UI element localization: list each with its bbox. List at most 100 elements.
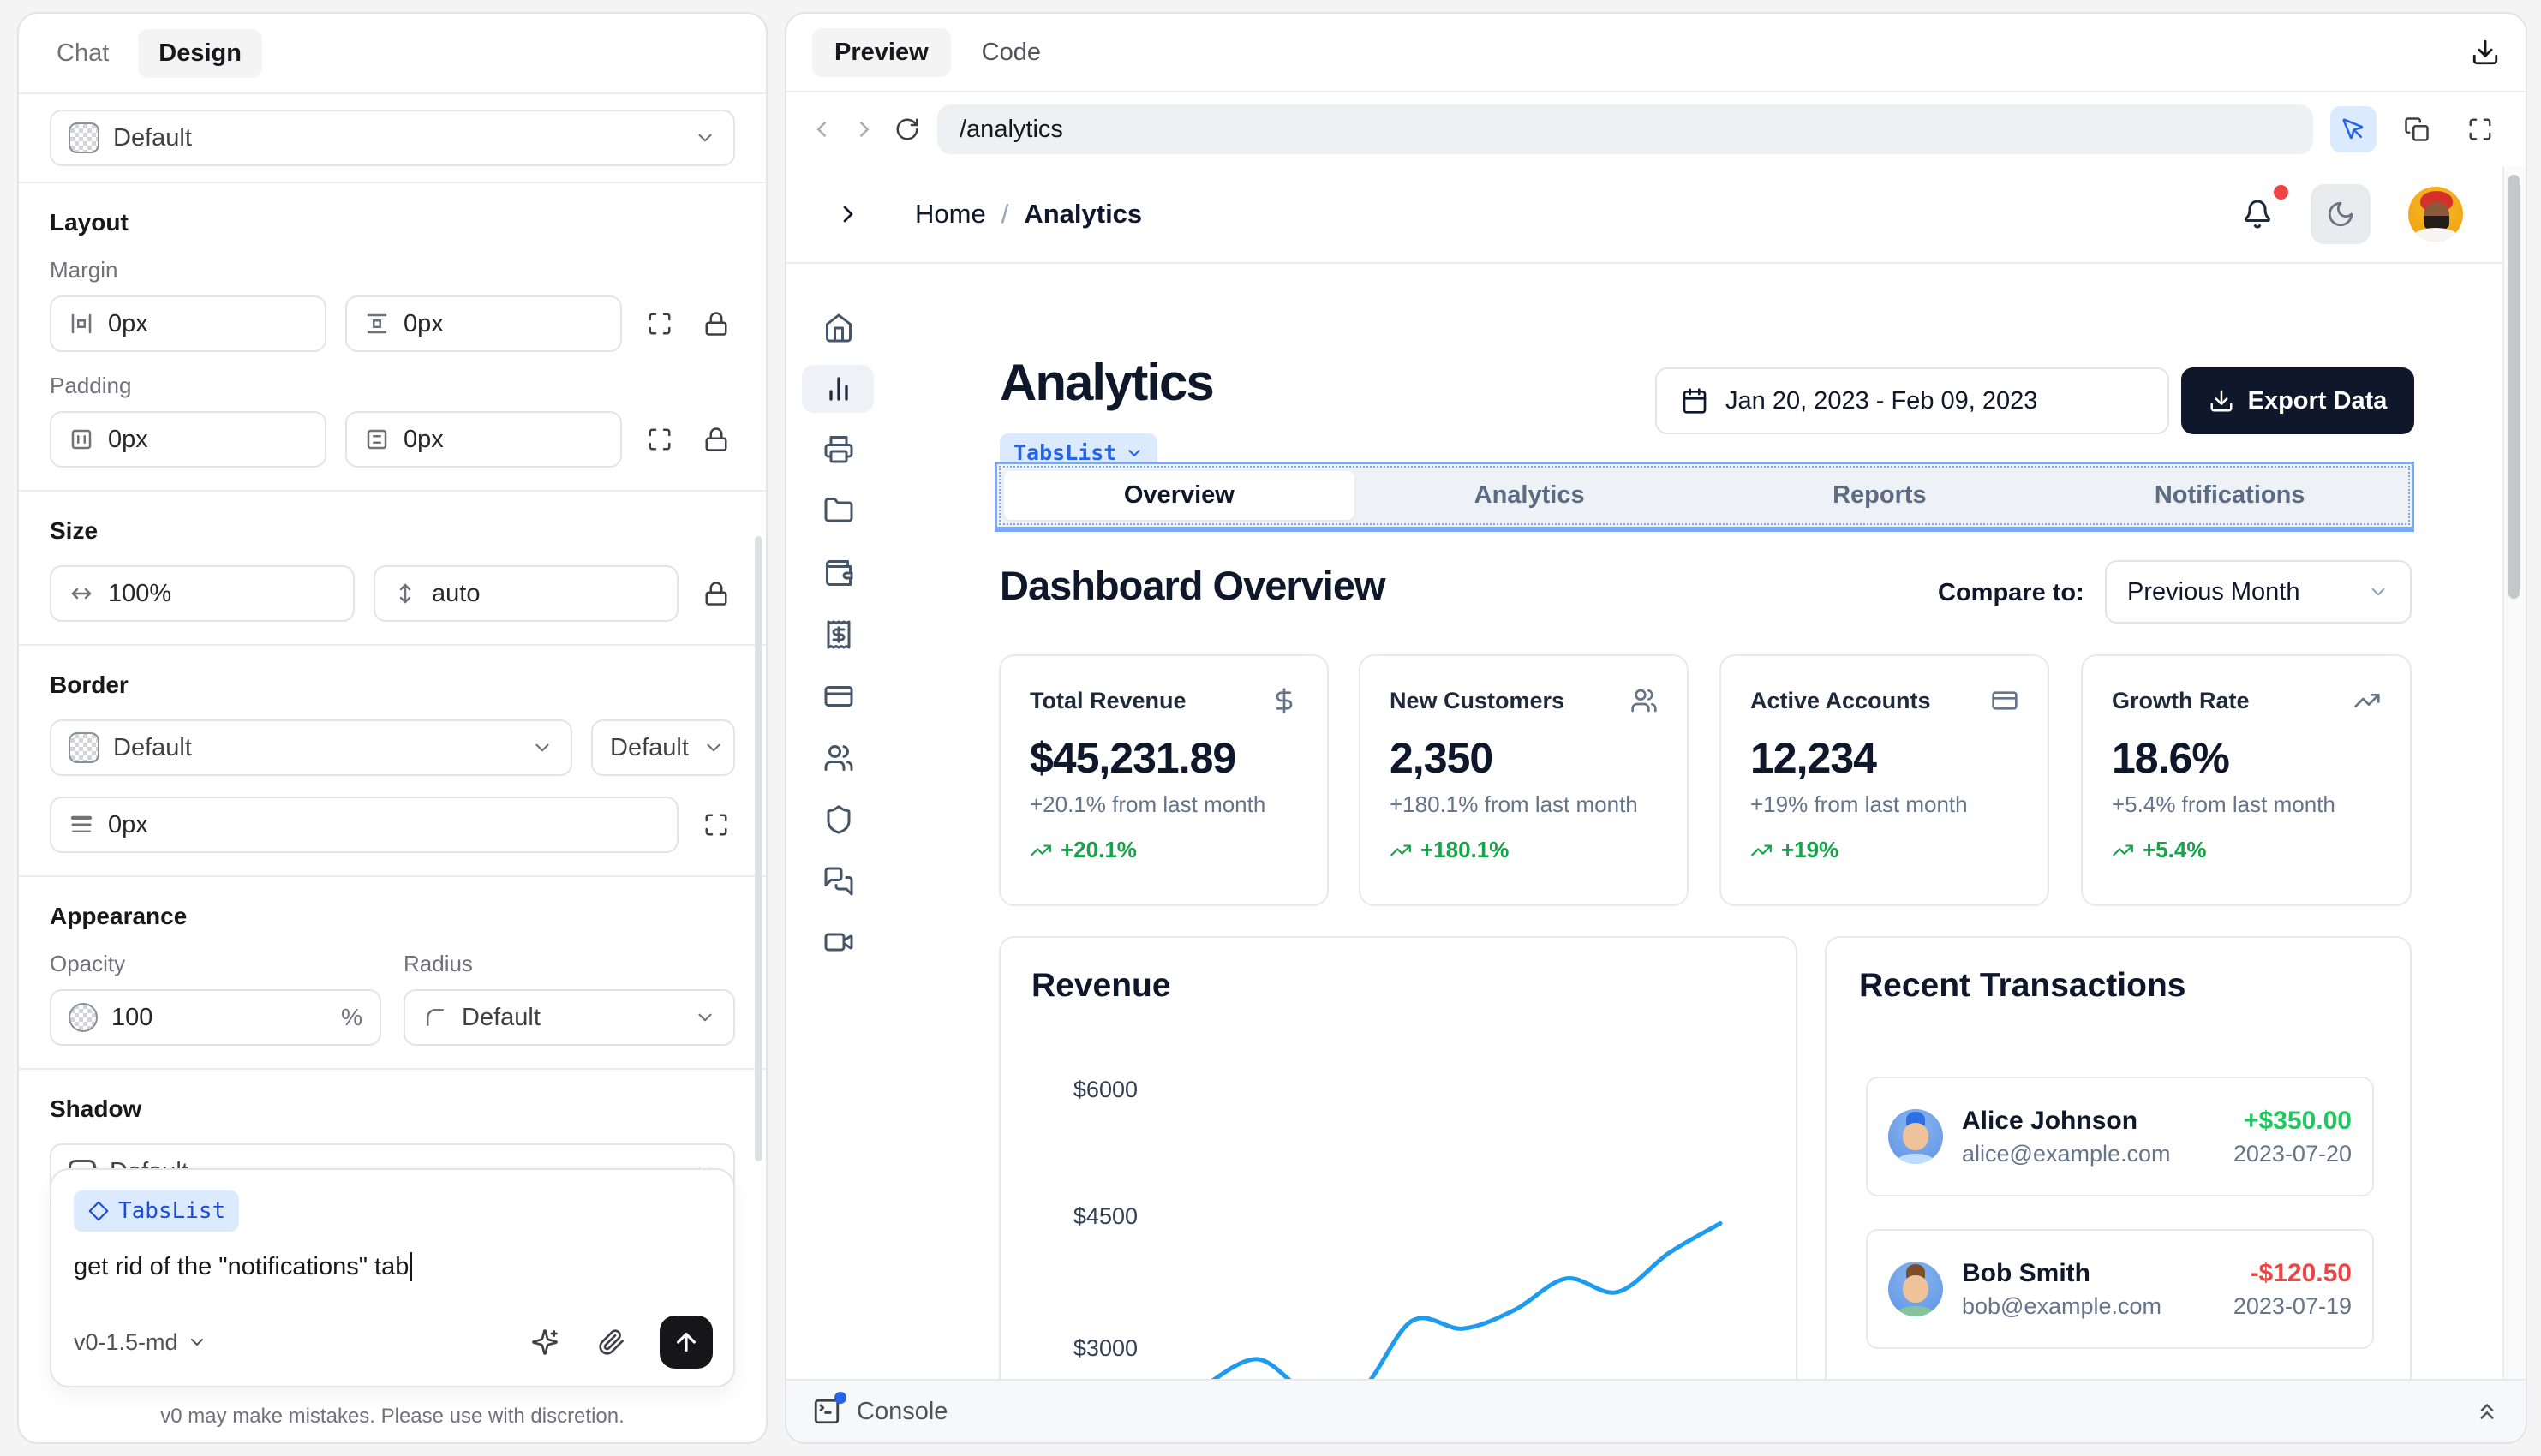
- breadcrumb-separator: /: [1001, 199, 1009, 230]
- sidebar-item-analytics[interactable]: [823, 373, 854, 404]
- avatar: [1888, 1109, 1943, 1164]
- tab-chat[interactable]: Chat: [57, 39, 109, 68]
- calendar-icon: [1681, 387, 1708, 415]
- back-button[interactable]: [809, 116, 834, 142]
- prompt-input[interactable]: get rid of the "notifications" tab: [74, 1253, 409, 1281]
- sidebar-item-video[interactable]: [823, 927, 854, 958]
- sidebar-item-messages[interactable]: [823, 866, 854, 897]
- date-range-picker[interactable]: Jan 20, 2023 - Feb 09, 2023: [1655, 367, 2169, 434]
- download-button[interactable]: [2471, 38, 2500, 67]
- chevron-down-icon: [694, 127, 716, 149]
- preview-scrollbar-thumb[interactable]: [2508, 175, 2520, 599]
- url-input[interactable]: /analytics: [937, 104, 2313, 154]
- tab-design[interactable]: Design: [138, 29, 262, 78]
- prompt-composer[interactable]: TabsList get rid of the "notifications" …: [50, 1168, 735, 1387]
- compare-label: Compare to:: [1938, 579, 2084, 607]
- console-bar[interactable]: Console: [786, 1379, 2526, 1442]
- tab-reports[interactable]: Reports: [1705, 471, 2055, 520]
- model-select[interactable]: v0-1.5-md: [74, 1329, 207, 1356]
- sidebar-item-invoices[interactable]: [823, 433, 854, 464]
- user-avatar[interactable]: [2408, 187, 2463, 242]
- sidebar-item-receipts[interactable]: [823, 619, 854, 650]
- tab-code[interactable]: Code: [982, 39, 1041, 67]
- credit-card-icon: [1991, 687, 2018, 714]
- appearance-title: Appearance: [50, 903, 735, 930]
- enhance-prompt-button[interactable]: [526, 1323, 564, 1361]
- sidebar-item-files[interactable]: [823, 495, 854, 526]
- sidebar-item-home[interactable]: [823, 313, 854, 343]
- attach-file-button[interactable]: [593, 1323, 631, 1361]
- expand-padding-button[interactable]: [641, 421, 679, 458]
- layout-section: Layout Margin 0px 0px Padding 0px: [19, 183, 766, 490]
- tab-notifications[interactable]: Notifications: [2054, 471, 2405, 520]
- copy-button[interactable]: [2394, 106, 2440, 152]
- tab-overview[interactable]: Overview: [1004, 471, 1354, 520]
- padding-y-input[interactable]: 0px: [345, 411, 622, 468]
- margin-label: Margin: [50, 257, 735, 283]
- padding-x-input[interactable]: 0px: [50, 411, 326, 468]
- terminal-icon: [812, 1397, 841, 1426]
- element-style-select[interactable]: Default: [50, 110, 735, 166]
- app-preview: Home / Analytics: [786, 166, 2526, 1442]
- transaction-row-alice[interactable]: Alice Johnson alice@example.com +$350.00…: [1866, 1077, 2374, 1196]
- sidebar-item-wallet[interactable]: [823, 558, 854, 588]
- inspect-pointer-button[interactable]: [2330, 106, 2377, 152]
- forward-button[interactable]: [852, 116, 877, 142]
- revenue-title: Revenue: [1031, 967, 1171, 1005]
- height-input[interactable]: auto: [374, 565, 679, 622]
- credit-card-icon: [823, 681, 854, 712]
- margin-horizontal-icon: [69, 311, 94, 337]
- sidebar-item-cards[interactable]: [823, 681, 854, 712]
- size-section: Size 100% auto: [19, 492, 766, 644]
- sidebar-item-security[interactable]: [823, 804, 854, 835]
- home-icon: [823, 313, 854, 343]
- disclaimer-text: v0 may make mistakes. Please use with di…: [19, 1405, 766, 1429]
- selected-element-chip[interactable]: TabsList: [74, 1190, 239, 1232]
- text-cursor: [410, 1252, 412, 1281]
- margin-x-input[interactable]: 0px: [50, 295, 326, 352]
- sidebar-item-customers[interactable]: [823, 743, 854, 773]
- folder-icon: [823, 495, 854, 526]
- border-style-select[interactable]: Default: [50, 719, 572, 776]
- copy-icon: [2404, 116, 2430, 142]
- transaction-row-bob[interactable]: Bob Smith bob@example.com -$120.50 2023-…: [1866, 1229, 2374, 1349]
- refresh-button[interactable]: [894, 116, 920, 142]
- y-tick-6000: $6000: [1052, 1077, 1138, 1103]
- chevrons-up-icon: [2474, 1399, 2500, 1424]
- width-input[interactable]: 100%: [50, 565, 355, 622]
- dark-mode-toggle[interactable]: [2311, 184, 2371, 244]
- panel-scrollbar[interactable]: [755, 536, 762, 1161]
- amount-negative: -$120.50: [2251, 1259, 2352, 1288]
- notifications-button[interactable]: [2242, 199, 2273, 230]
- opacity-input[interactable]: 100 %: [50, 989, 381, 1046]
- border-width-input[interactable]: 0px: [50, 797, 679, 853]
- border-side-select[interactable]: Default: [591, 719, 735, 776]
- export-data-button[interactable]: Export Data: [2181, 367, 2414, 434]
- tab-analytics[interactable]: Analytics: [1354, 471, 1705, 520]
- stat-card-active-accounts: Active Accounts 12,234 +19% from last mo…: [1719, 654, 2049, 906]
- fullscreen-button[interactable]: [2457, 106, 2503, 152]
- lock-padding-button[interactable]: [697, 421, 735, 458]
- stat-card-new-customers: New Customers 2,350 +180.1% from last mo…: [1359, 654, 1689, 906]
- radius-select[interactable]: Default: [404, 989, 735, 1046]
- breadcrumb-home[interactable]: Home: [915, 199, 986, 230]
- bell-icon: [2242, 199, 2273, 230]
- amount-positive: +$350.00: [2244, 1107, 2352, 1136]
- send-button[interactable]: [660, 1316, 713, 1369]
- lock-size-button[interactable]: [697, 575, 735, 612]
- expand-margin-button[interactable]: [641, 305, 679, 343]
- sidebar-toggle-button[interactable]: [834, 200, 862, 228]
- trending-up-icon: [2353, 687, 2381, 714]
- margin-vertical-icon: [364, 311, 390, 337]
- opacity-swatch-icon: [69, 1003, 98, 1032]
- opacity-unit: %: [341, 1004, 362, 1031]
- tabs-list-selected: Overview Analytics Reports Notifications: [995, 462, 2414, 532]
- margin-y-input[interactable]: 0px: [345, 295, 622, 352]
- preview-scrollbar-track[interactable]: [2502, 166, 2526, 1442]
- tab-preview[interactable]: Preview: [812, 28, 951, 77]
- lock-margin-button[interactable]: [697, 305, 735, 343]
- console-expand-button[interactable]: [2474, 1399, 2500, 1424]
- width-arrows-icon: [69, 581, 94, 606]
- compare-select[interactable]: Previous Month: [2105, 560, 2412, 624]
- expand-border-button[interactable]: [697, 806, 735, 844]
